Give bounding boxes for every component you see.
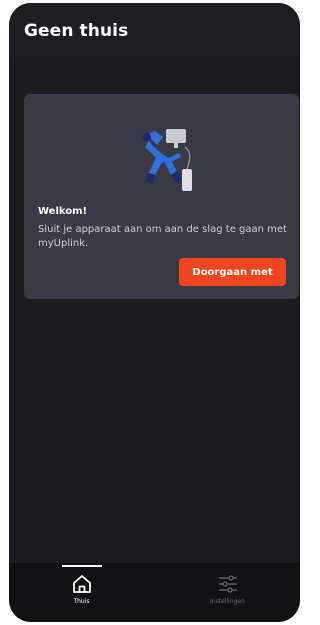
continue-button[interactable]: Doorgaan met	[179, 258, 286, 286]
app-screen: Geen thuis Welkom! Sluit je apparaat aan…	[9, 3, 300, 622]
page-title: Geen thuis	[24, 21, 129, 41]
app-header: Geen thuis	[9, 3, 300, 57]
nav-label-home: Thuis	[73, 598, 90, 605]
nav-item-settings[interactable]: Instellingen	[155, 563, 300, 622]
active-tab-indicator	[62, 565, 102, 567]
nav-item-home[interactable]: Thuis	[9, 563, 154, 622]
person-with-monitor-illustration	[143, 129, 192, 191]
home-icon	[72, 575, 91, 593]
bottom-navigation: Thuis Instellingen	[9, 563, 300, 622]
welcome-title: Welkom!	[38, 206, 88, 217]
welcome-message: Sluit je apparaat aan om aan de slag te …	[38, 224, 287, 249]
welcome-card: Welkom! Sluit je apparaat aan om aan de …	[24, 94, 299, 299]
nav-label-settings: Instellingen	[210, 598, 245, 605]
sliders-icon	[218, 575, 237, 593]
